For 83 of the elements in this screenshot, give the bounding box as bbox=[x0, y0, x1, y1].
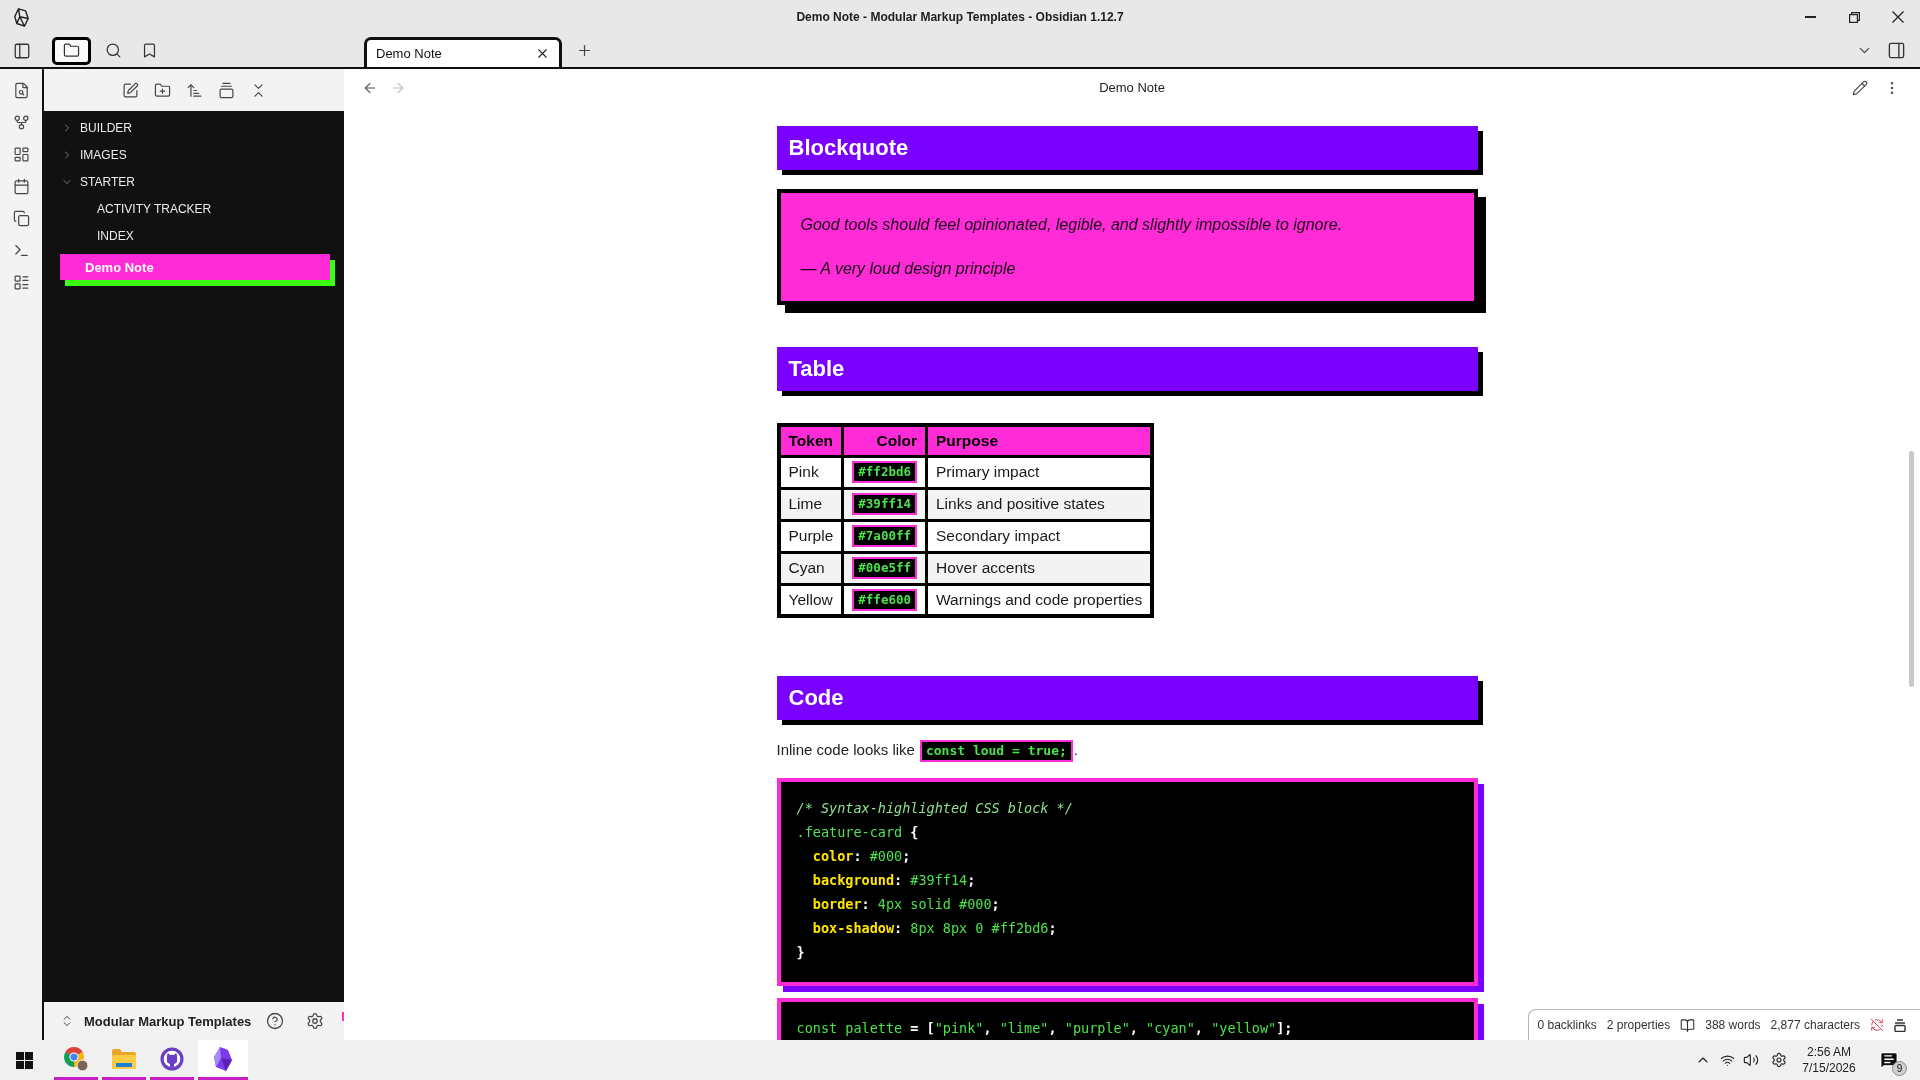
properties-count[interactable]: 2 properties bbox=[1606, 1018, 1671, 1032]
code-line: box-shadow: 8px 8px 0 #ff2bd6; bbox=[811, 919, 1057, 938]
edit-icon bbox=[121, 81, 139, 99]
folder-icon bbox=[63, 42, 80, 59]
file-item[interactable]: ACTIVITY TRACKER bbox=[97, 195, 344, 222]
browser-icon bbox=[63, 1045, 89, 1072]
word-count: 388 words bbox=[1705, 1018, 1761, 1032]
window-title: Demo Note - Modular Markup Templates - Obsidian 1.12.7 bbox=[796, 10, 1124, 24]
list-icon bbox=[12, 273, 30, 291]
volume-icon bbox=[1743, 1052, 1759, 1068]
table-cell: Pink bbox=[778, 456, 843, 488]
folder-item[interactable]: IMAGES bbox=[44, 141, 344, 168]
files-tab-button[interactable] bbox=[52, 36, 91, 65]
column-header: Purpose bbox=[926, 425, 1153, 456]
table-cell: Cyan bbox=[778, 552, 843, 584]
column-header: Color bbox=[842, 425, 927, 456]
cat-icon bbox=[160, 1046, 184, 1071]
taskbar-app-button[interactable] bbox=[198, 1040, 248, 1080]
table-cell: Lime bbox=[778, 488, 843, 520]
chevrons-icon bbox=[60, 1014, 74, 1028]
minimize-icon bbox=[1804, 16, 1816, 18]
calendar-icon bbox=[12, 177, 30, 195]
table-cell: Hover accents bbox=[926, 552, 1153, 584]
character-count: 2,877 characters bbox=[1770, 1018, 1860, 1032]
sort-icon bbox=[185, 81, 203, 99]
table-cell: Secondary impact bbox=[926, 520, 1153, 552]
code-line: } bbox=[796, 943, 805, 962]
close-icon bbox=[1892, 11, 1904, 23]
book-icon bbox=[1680, 1017, 1696, 1033]
column-header: Token bbox=[778, 425, 843, 456]
help-icon bbox=[266, 1012, 284, 1030]
notification-icon bbox=[1879, 1050, 1899, 1070]
table-cell: Warnings and code properties bbox=[926, 584, 1153, 616]
notification-badge: 9 bbox=[1892, 1061, 1907, 1076]
code-line: /* Syntax-highlighted CSS block */ bbox=[796, 799, 1073, 818]
code-line: .feature-card { bbox=[796, 823, 919, 842]
gear-icon bbox=[1771, 1052, 1787, 1068]
table-cell: Links and positive states bbox=[926, 488, 1153, 520]
sidebar-icon bbox=[1886, 41, 1906, 60]
vault-name[interactable]: Modular Markup Templates bbox=[84, 1013, 252, 1029]
crystal-icon bbox=[213, 1045, 233, 1072]
search-icon bbox=[104, 42, 122, 59]
file-search-icon bbox=[12, 81, 30, 99]
folder-item[interactable]: STARTER bbox=[44, 168, 344, 195]
wifi-icon bbox=[1719, 1052, 1735, 1068]
table-cell: Primary impact bbox=[926, 456, 1153, 488]
clock-time: 2:56 AM bbox=[1807, 1044, 1851, 1060]
file-item[interactable]: INDEX bbox=[97, 222, 344, 249]
app-logo-icon bbox=[14, 7, 29, 27]
folder-plus-icon bbox=[153, 81, 171, 99]
quote-line: — A very loud design principle bbox=[800, 259, 1016, 279]
scrollbar-thumb[interactable] bbox=[1909, 451, 1914, 687]
inline-code: #ff2bd6 bbox=[852, 461, 917, 483]
inline-code: #ffe600 bbox=[852, 588, 917, 611]
folder-icon bbox=[111, 1047, 137, 1070]
inline-code: const loud = true; bbox=[919, 740, 1073, 762]
inline-code: #7a00ff bbox=[852, 525, 917, 547]
code-line: color: #000; bbox=[811, 847, 911, 866]
paragraph: Inline code looks like const loud = true; . bbox=[776, 739, 1078, 762]
sync-off-icon bbox=[1870, 1018, 1884, 1032]
graph-icon bbox=[12, 113, 30, 131]
panel-icon bbox=[217, 81, 235, 99]
code-line: background: #39ff14; bbox=[811, 871, 976, 890]
view-title: Demo Note bbox=[1099, 80, 1165, 95]
folder-item[interactable]: BUILDER bbox=[44, 114, 344, 141]
inline-code: #00e5ff bbox=[852, 557, 917, 579]
sidebar-icon bbox=[13, 41, 31, 60]
pages-icon bbox=[12, 209, 30, 227]
code-line: border: 4px solid #000; bbox=[811, 895, 1000, 914]
grid-icon bbox=[12, 145, 30, 163]
clock-date: 7/15/2026 bbox=[1802, 1060, 1856, 1076]
tray-icon bbox=[1894, 1018, 1906, 1032]
quote-line: Good tools should feel opinionated, legible, and slightly impossible to ignore. bbox=[800, 215, 1343, 235]
table-cell: Purple bbox=[778, 520, 843, 552]
table-cell: Yellow bbox=[778, 584, 843, 616]
pencil-icon bbox=[1852, 79, 1868, 96]
backlinks-count[interactable]: 0 backlinks bbox=[1537, 1018, 1597, 1032]
inline-code: #39ff14 bbox=[852, 493, 917, 515]
tab[interactable]: Demo Note bbox=[364, 37, 562, 67]
restore-icon bbox=[1848, 11, 1860, 23]
start-icon bbox=[15, 1051, 33, 1069]
code-line: const palette = ["pink", "lime", "purple", "cyan", "yellow"]; bbox=[796, 1019, 1293, 1038]
settings-icon bbox=[306, 1012, 324, 1030]
